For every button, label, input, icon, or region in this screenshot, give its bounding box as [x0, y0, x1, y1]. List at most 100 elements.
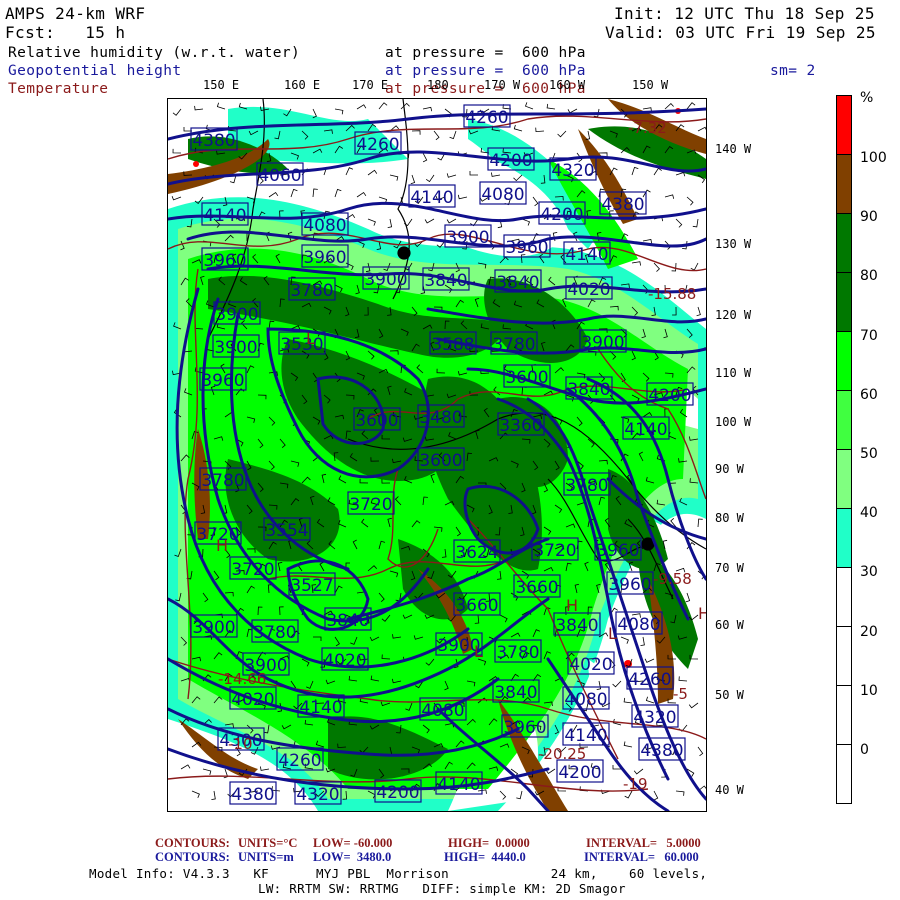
wind-barb	[686, 102, 696, 110]
temp-contours-label: CONTOURS:	[155, 836, 230, 850]
height-contours-label: CONTOURS:	[155, 850, 230, 864]
wind-barb	[524, 102, 534, 110]
colorbar-tick-label: 70	[860, 327, 878, 344]
wind-barb	[640, 636, 645, 646]
height-label: 4380	[231, 785, 274, 805]
wind-barb	[631, 166, 639, 176]
height-label: 4320	[296, 785, 339, 805]
temperature-label: -14.66	[218, 670, 266, 688]
colorbar-tick-label: 0	[860, 742, 869, 758]
wind-barb	[664, 103, 674, 110]
colorbar-unit: %	[860, 90, 874, 106]
low-pressure-marker: L	[474, 642, 483, 661]
height-label: 3720	[349, 495, 392, 515]
wind-barb	[675, 218, 683, 228]
temp-contours-units: UNITS=°C	[238, 836, 298, 850]
wind-barb	[697, 126, 706, 132]
model-info: Model Info: V4.3.3 KF MYJ PBL Morrison 2…	[89, 866, 708, 881]
lon-label-right: 80 W	[715, 511, 744, 525]
colorbar-swatch	[836, 450, 852, 509]
colorbar-tick-label: 10	[860, 682, 878, 699]
colorbar-tick-label: 100	[860, 150, 887, 166]
wind-barb	[216, 102, 226, 110]
height-label: 4020	[231, 690, 274, 710]
height-label: 4320	[551, 161, 594, 181]
lon-label-right: 50 W	[715, 688, 744, 702]
height-label: 3960	[608, 575, 651, 595]
wind-barb	[411, 130, 421, 135]
lon-label-right: 90 W	[715, 462, 744, 476]
field-temp-name: Temperature	[8, 81, 109, 97]
height-label: 4080	[564, 690, 607, 710]
height-label: 4140	[299, 698, 342, 718]
wind-barb	[191, 790, 200, 798]
wind-barb	[345, 213, 356, 220]
wind-barb	[653, 167, 662, 176]
height-label: 3780	[492, 335, 535, 355]
height-label: 4020	[569, 655, 612, 675]
lon-label-top: 160 W	[549, 78, 586, 92]
wind-barb	[567, 108, 578, 114]
wind-barb	[312, 188, 318, 198]
height-label: 3360	[499, 416, 542, 436]
colorbar-swatch	[836, 332, 852, 391]
height-label: 3720	[533, 541, 576, 561]
height-label: 3600	[355, 411, 398, 431]
wind-barb	[268, 191, 279, 198]
height-label: 4020	[323, 651, 366, 671]
rh-colorbar	[836, 95, 852, 804]
smoothing-label: sm= 2	[770, 63, 816, 79]
height-label: 3780	[565, 476, 608, 496]
wind-barb	[334, 188, 342, 198]
height-label: 4140	[437, 775, 480, 795]
colorbar-tick-label: 50	[860, 446, 878, 462]
high-pressure-marker: H	[698, 604, 706, 623]
lon-label-right: 60 W	[715, 618, 744, 632]
colorbar-swatch	[836, 686, 852, 745]
wind-barb	[260, 766, 270, 771]
wind-barb	[172, 148, 182, 154]
height-label: 3960	[203, 251, 246, 271]
lon-label-right: 130 W	[715, 237, 752, 251]
wind-barb	[697, 518, 703, 528]
lon-label-right: 120 W	[715, 308, 752, 322]
height-label: 4260	[278, 751, 321, 771]
wind-barb	[692, 218, 699, 228]
height-label: 3840	[567, 380, 610, 400]
temperature-label: -15.88	[648, 285, 696, 303]
colorbar-swatch	[836, 95, 852, 155]
height-label: 3660	[515, 578, 558, 598]
height-label: 3600	[505, 368, 548, 388]
lon-label-top: 180	[427, 78, 449, 92]
wind-barb	[172, 108, 182, 116]
lon-label-right: 110 W	[715, 366, 752, 380]
wind-barb	[356, 191, 367, 198]
height-label: 3900	[214, 338, 257, 358]
wind-barb	[697, 746, 704, 757]
height-label: 3600	[419, 451, 462, 471]
height-label: 4060	[258, 166, 301, 186]
wind-barb	[410, 174, 416, 185]
wind-barb	[202, 768, 212, 775]
height-label: 3960	[503, 718, 546, 738]
height-label: 4380	[640, 741, 683, 761]
height-label: 4200	[648, 386, 691, 406]
temperature-label: -5	[673, 685, 688, 703]
wind-barb	[653, 262, 660, 272]
height-label: 3840	[326, 611, 369, 631]
height-label: 4200	[376, 783, 419, 803]
height-label: 3900	[581, 333, 624, 353]
temperature-label: -20.25	[538, 745, 586, 763]
lon-label-right: 140 W	[715, 142, 752, 156]
height-label: 4080	[481, 185, 524, 205]
colorbar-swatch	[836, 745, 852, 804]
temp-contours-high: HIGH= 0.0000	[448, 836, 530, 850]
height-label: 3480	[419, 408, 462, 428]
wind-barb	[675, 171, 686, 177]
colorbar-tick-label: 40	[860, 505, 878, 522]
height-label: 3780	[253, 623, 296, 643]
temperature-label: -7.32	[628, 119, 667, 137]
wind-barb	[400, 102, 410, 110]
height-label: 3900	[192, 618, 235, 638]
low-pressure-marker: L	[608, 624, 617, 643]
